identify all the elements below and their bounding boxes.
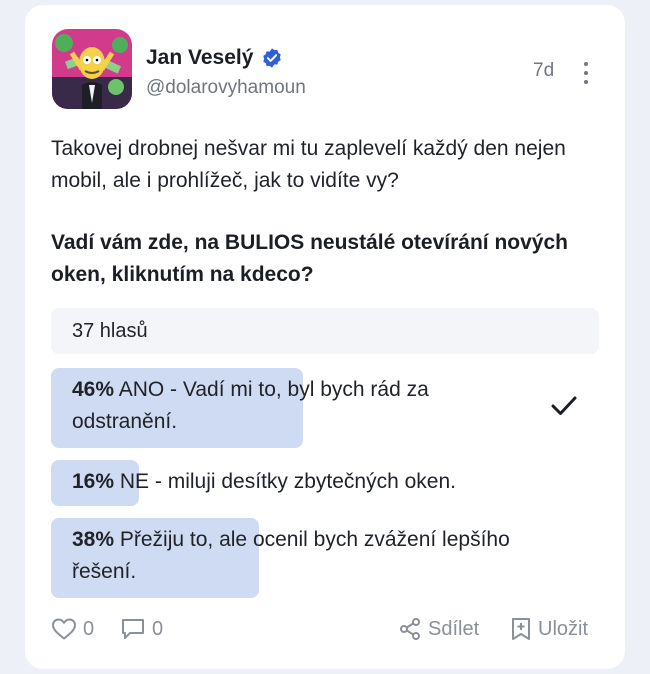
poll-option-text: Přežiju to, ale ocenil bych zvážení lepš… [72,528,510,583]
poll-option-text: NE - miluji desítky zbytečných oken. [119,470,456,493]
heart-icon [51,617,77,641]
comment-button[interactable]: 0 [120,617,163,641]
poll-votes-box: 37 hlasů [51,308,599,354]
like-button[interactable]: 0 [51,617,94,641]
post-card: Jan Veselý @dolarovyhamoun 7d Takovej dr… [25,5,625,669]
like-count: 0 [83,618,95,640]
comment-icon [120,617,146,641]
avatar[interactable] [52,29,132,109]
poll-option-text: ANO - Vadí mi to, byl bych rád za odstra… [72,378,429,433]
comment-count: 0 [152,618,164,640]
share-label: Sdílet [428,618,480,640]
poll-option-label: 46% ANO - Vadí mi to, byl bych rád za od… [51,368,599,438]
poll-option-percent: 46% [72,378,115,401]
post-time: 7d [533,60,555,81]
author-handle[interactable]: @dolarovyhamoun [146,76,306,100]
author-name-row[interactable]: Jan Veselý [146,45,283,71]
share-icon [398,617,422,641]
poll-votes-count: 37 hlasů [72,320,148,342]
poll-option-label: 16% NE - miluji desítky zbytečných oken. [51,460,599,498]
poll-question: Vadí vám zde, na BULIOS neustálé otevírá… [51,231,568,286]
save-button[interactable]: Uložit [510,617,588,641]
check-icon [551,395,577,417]
author-name[interactable]: Jan Veselý [146,45,253,71]
poll-option-percent: 16% [72,470,115,493]
share-button[interactable]: Sdílet [398,617,479,641]
post-text: Takovej drobnej nešvar mi tu zaplevelí k… [51,137,566,192]
poll-option[interactable]: 46% ANO - Vadí mi to, byl bych rád za od… [51,368,599,448]
bookmark-add-icon [510,617,532,641]
poll-option-label: 38% Přežiju to, ale ocenil bych zvážení … [51,518,599,588]
poll-option-percent: 38% [72,528,115,551]
verified-badge-icon [261,47,283,69]
more-vertical-icon[interactable] [575,58,597,88]
poll-option[interactable]: 16% NE - miluji desítky zbytečných oken. [51,460,599,506]
poll-option[interactable]: 38% Přežiju to, ale ocenil bych zvážení … [51,518,599,598]
save-label: Uložit [538,618,589,640]
